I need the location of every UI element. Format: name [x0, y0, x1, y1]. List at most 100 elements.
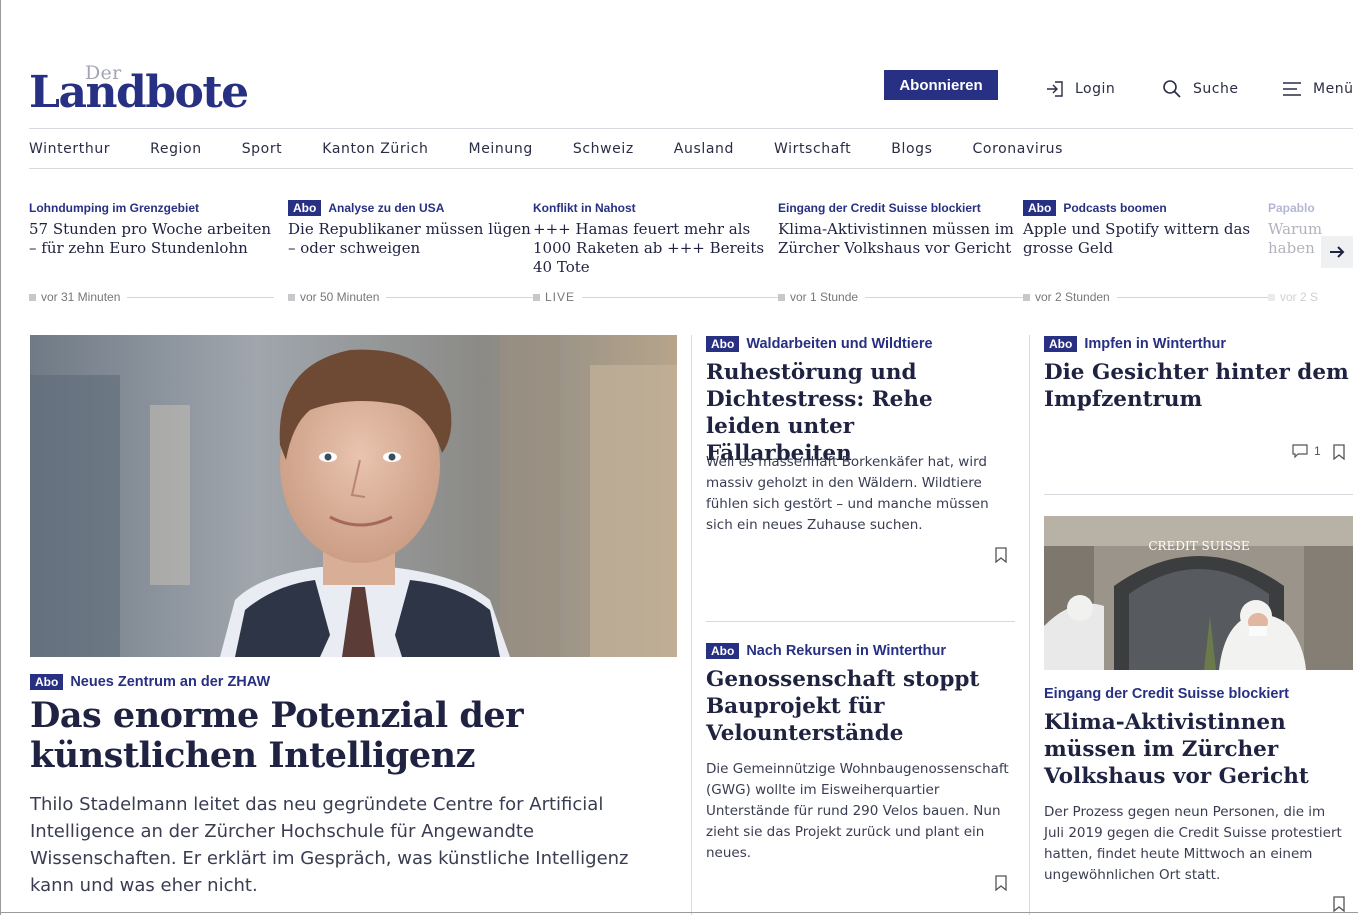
comment-icon	[1292, 444, 1308, 458]
ticker-time: vor 2 S	[1280, 290, 1319, 304]
article-kicker[interactable]: Abo Waldarbeiten und Wildtiere	[706, 336, 933, 352]
ticker-time: vor 31 Minuten	[41, 290, 121, 304]
ticker-title: Die Republikaner müssen lügen – oder sch…	[288, 220, 531, 257]
window-border-bottom	[0, 912, 1358, 913]
ticker-rule	[127, 296, 274, 298]
ticker-item[interactable]: Abo Podcasts boomen Apple und Spotify wit…	[1023, 199, 1268, 304]
article-divider	[706, 621, 1015, 622]
article-lead-text: Weil es massenhaft Borkenkäfer hat, wird…	[706, 454, 989, 533]
ticker-rule	[582, 296, 778, 298]
hero-headline[interactable]: Das enorme Potenzial der künstlichen Int…	[30, 696, 670, 776]
ticker-kicker: Konflikt in Nahost	[533, 201, 636, 215]
bookmark-icon[interactable]	[1332, 444, 1346, 460]
article-kicker-label: Waldarbeiten und Wildtiere	[746, 336, 933, 352]
article-lead-text: Die Gemeinnützige Wohnbaugenossenschaft …	[706, 761, 1009, 861]
bookmark-icon[interactable]	[994, 547, 1008, 563]
article-kicker[interactable]: Abo Nach Rekursen in Winterthur	[706, 643, 946, 659]
site-logo[interactable]: Der Landbote	[29, 60, 259, 120]
bookmark-icon[interactable]	[994, 875, 1008, 891]
hero-lead-text: Thilo Stadelmann leitet das neu gegründe…	[30, 794, 629, 896]
nav-item-wirtschaft[interactable]: Wirtschaft	[774, 141, 851, 157]
hero-kicker-label: Neues Zentrum an der ZHAW	[70, 674, 271, 690]
nav-item-winterthur[interactable]: Winterthur	[29, 141, 110, 157]
article-kicker-label: Impfen in Winterthur	[1084, 336, 1226, 352]
nav-divider-top	[29, 128, 1353, 129]
news-ticker: Lohndumping im Grenzgebiet 57 Stunden pr…	[29, 199, 1353, 309]
nav-item-sport[interactable]: Sport	[242, 141, 283, 157]
ticker-kicker: Podcasts boomen	[1063, 201, 1167, 215]
ticker-time: vor 2 Stunden	[1035, 290, 1110, 304]
article-kicker[interactable]: Eingang der Credit Suisse blockiert	[1044, 686, 1289, 702]
article-divider	[1044, 494, 1353, 495]
bookmark-icon[interactable]	[1332, 896, 1346, 912]
article-headline[interactable]: Ruhestörung und Dichtestress: Rehe leide…	[706, 359, 1006, 467]
nav-item-region[interactable]: Region	[150, 141, 202, 157]
search-label: Suche	[1193, 81, 1239, 97]
bank-sign-text: CREDIT SUISSE	[1148, 539, 1249, 553]
ticker-rule	[1116, 296, 1268, 298]
arrow-right-icon	[1330, 246, 1345, 258]
article-kicker-label: Nach Rekursen in Winterthur	[746, 643, 947, 659]
ticker-title: +++ Hamas feuert mehr als 1000 Raketen a…	[533, 220, 765, 276]
abo-badge: Abo	[706, 643, 740, 659]
time-marker-icon	[29, 293, 36, 301]
comment-count: 1	[1314, 444, 1321, 458]
ticker-title: Apple und Spotify wittern das grosse Gel…	[1023, 220, 1251, 257]
time-marker-icon	[1023, 293, 1030, 301]
column-divider	[691, 335, 692, 915]
login-label: Login	[1075, 81, 1116, 97]
logo-main-text: Landbote	[29, 67, 249, 118]
ticker-item[interactable]: Eingang der Credit Suisse blockiert Klim…	[778, 199, 1023, 304]
ticker-kicker: Lohndumping im Grenzgebiet	[29, 201, 199, 215]
ticker-item[interactable]: Lohndumping im Grenzgebiet 57 Stunden pr…	[29, 199, 274, 304]
time-marker-icon	[1268, 293, 1275, 301]
nav-divider-bottom	[29, 168, 1353, 169]
ticker-item[interactable]: Abo Analyse zu den USA Die Republikaner m…	[288, 199, 533, 304]
nav-item-coronavirus[interactable]: Coronavirus	[973, 141, 1064, 157]
search-button[interactable]: Suche	[1162, 76, 1238, 102]
portrait-photo	[30, 335, 677, 657]
credit-suisse-protest-image[interactable]: CREDIT SUISSE	[1044, 516, 1353, 670]
login-button[interactable]: Login	[1046, 76, 1115, 102]
ticker-rule	[386, 296, 533, 298]
menu-label: Menü	[1313, 81, 1354, 97]
ticker-rule	[865, 296, 1023, 298]
ticker-title: Warum haben	[1268, 220, 1323, 257]
article-headline[interactable]: Genossenschaft stoppt Bauprojekt für Vel…	[706, 666, 1006, 747]
window-border-left	[0, 0, 1, 915]
abo-badge: Abo	[1023, 200, 1057, 216]
time-marker-icon	[288, 293, 295, 301]
ticker-item[interactable]: Konflikt in Nahost +++ Hamas feuert mehr…	[533, 199, 778, 304]
main-navigation: Winterthur Region Sport Kanton Zürich Me…	[29, 131, 1103, 167]
time-marker-icon	[778, 293, 785, 301]
nav-item-kanton-zuerich[interactable]: Kanton Zürich	[322, 141, 428, 157]
hero-image-portrait[interactable]	[30, 335, 677, 657]
hamburger-icon	[1283, 82, 1301, 96]
login-icon	[1047, 81, 1063, 97]
abo-badge: Abo	[706, 336, 740, 352]
article-kicker[interactable]: Abo Impfen in Winterthur	[1044, 336, 1226, 352]
menu-button[interactable]: Menü	[1282, 76, 1353, 102]
ticker-kicker: Papablo	[1268, 201, 1315, 215]
nav-item-meinung[interactable]: Meinung	[469, 141, 533, 157]
ticker-live: LIVE	[545, 290, 576, 304]
nav-item-schweiz[interactable]: Schweiz	[573, 141, 634, 157]
ticker-next-button[interactable]	[1321, 236, 1353, 268]
ticker-title: Klima-Aktivistinnen müssen im Zürcher Vo…	[778, 220, 1014, 257]
nav-item-ausland[interactable]: Ausland	[674, 141, 734, 157]
nav-item-blogs[interactable]: Blogs	[891, 141, 932, 157]
article-lead-text: Der Prozess gegen neun Personen, die im …	[1044, 804, 1342, 883]
ticker-time: vor 50 Minuten	[300, 290, 380, 304]
ticker-time: vor 1 Stunde	[790, 290, 859, 304]
abo-badge: Abo	[1044, 336, 1078, 352]
protest-photo: CREDIT SUISSE	[1044, 516, 1353, 670]
article-kicker-label: Eingang der Credit Suisse blockiert	[1044, 686, 1289, 702]
ticker-kicker: Analyse zu den USA	[328, 201, 445, 215]
time-marker-icon	[533, 293, 540, 301]
article-headline[interactable]: Klima-Aktivistinnen müssen im Zürcher Vo…	[1044, 709, 1349, 790]
comments-link[interactable]: 1	[1292, 444, 1321, 458]
article-headline[interactable]: Die Gesichter hinter dem Impfzentrum	[1044, 359, 1349, 413]
subscribe-button[interactable]: Abonnieren	[884, 70, 998, 100]
column-divider	[1029, 335, 1030, 915]
hero-kicker[interactable]: Abo Neues Zentrum an der ZHAW	[30, 674, 270, 690]
